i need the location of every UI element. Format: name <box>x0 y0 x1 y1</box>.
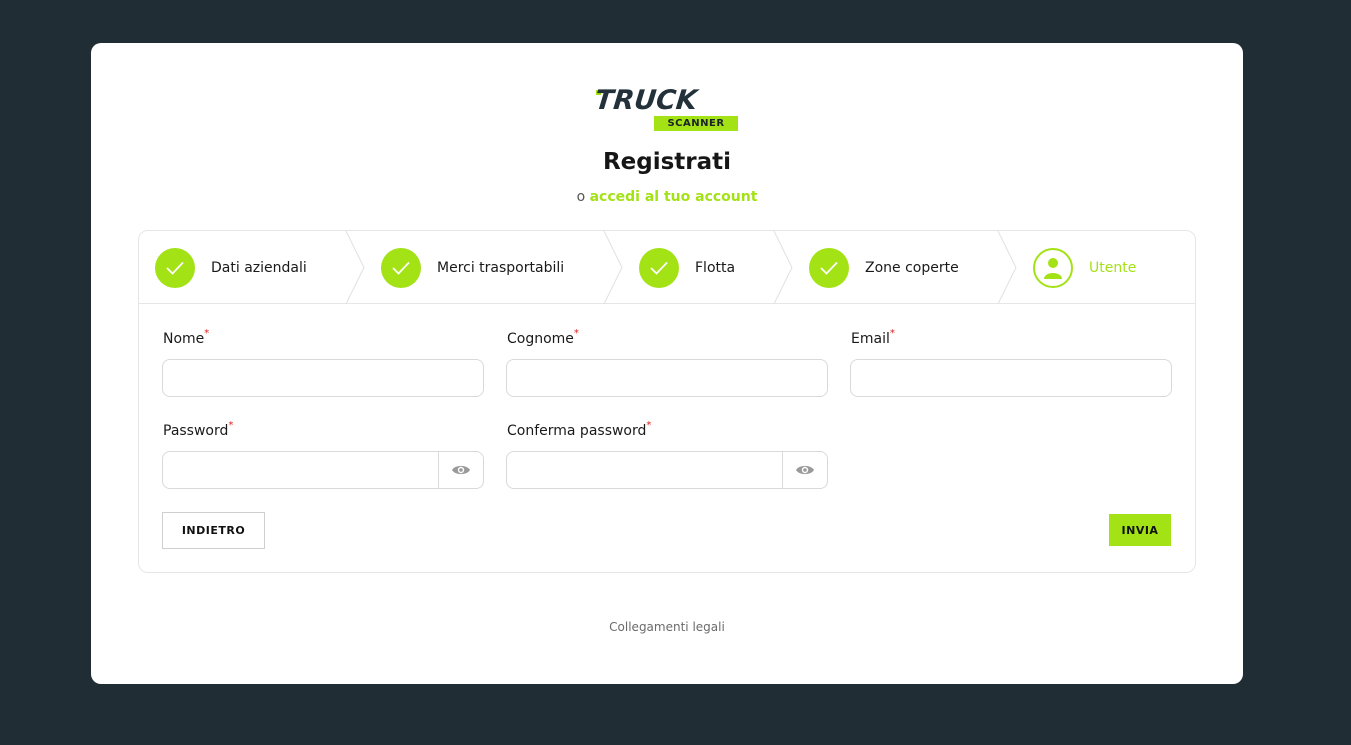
wizard-form: Dati aziendali Merci trasportabili Flott… <box>138 230 1196 573</box>
registration-card: TRUCK SCANNER Registrati o accedi al tuo… <box>91 43 1243 684</box>
step-label: Merci trasportabili <box>437 259 565 276</box>
step-separator <box>603 231 623 304</box>
wizard-steps: Dati aziendali Merci trasportabili Flott… <box>139 231 1195 304</box>
check-icon <box>155 247 195 288</box>
show-confirm-password-button[interactable] <box>782 452 827 488</box>
page-title: Registrati <box>602 149 732 175</box>
confirm-password-input[interactable] <box>507 452 782 488</box>
nome-label-text: Nome <box>163 331 205 347</box>
cognome-label-text: Cognome <box>507 331 574 347</box>
cognome-label: Cognome* <box>507 328 579 347</box>
step-label: Zone coperte <box>865 259 959 276</box>
step-utente[interactable]: Utente <box>1033 231 1136 304</box>
eye-icon <box>796 465 814 475</box>
step-label: Utente <box>1089 259 1137 276</box>
step-dati-aziendali[interactable]: Dati aziendali <box>155 231 307 304</box>
email-input[interactable] <box>850 359 1172 397</box>
check-icon <box>809 247 849 288</box>
user-icon <box>1033 247 1073 288</box>
login-link[interactable]: accedi al tuo account <box>590 189 758 205</box>
required-mark: * <box>889 328 895 339</box>
confirm-password-label-text: Conferma password <box>507 423 647 439</box>
logo-sub-text: SCANNER <box>654 116 738 131</box>
required-mark: * <box>646 420 652 431</box>
nome-input[interactable] <box>162 359 484 397</box>
submit-button[interactable]: INVIA <box>1109 514 1171 546</box>
check-icon <box>381 247 421 288</box>
required-mark: * <box>204 328 210 339</box>
legal-links[interactable]: Collegamenti legali <box>91 620 1243 634</box>
step-separator <box>997 231 1017 304</box>
login-prefix: o <box>576 189 586 205</box>
required-mark: * <box>573 328 579 339</box>
eye-icon <box>452 465 470 475</box>
step-separator <box>773 231 793 304</box>
logo-main-text: TRUCK <box>593 85 699 116</box>
email-label-text: Email <box>851 331 890 347</box>
show-password-button[interactable] <box>438 452 483 488</box>
password-input[interactable] <box>163 452 438 488</box>
nome-label: Nome* <box>163 328 210 347</box>
required-mark: * <box>228 420 234 431</box>
step-label: Dati aziendali <box>211 259 307 276</box>
password-label-text: Password <box>163 423 229 439</box>
truck-scanner-logo: TRUCK SCANNER <box>593 85 743 132</box>
confirm-password-field <box>506 451 828 489</box>
back-button[interactable]: INDIETRO <box>162 512 265 549</box>
step-zone-coperte[interactable]: Zone coperte <box>809 231 959 304</box>
cognome-input[interactable] <box>506 359 828 397</box>
password-field <box>162 451 484 489</box>
step-flotta[interactable]: Flotta <box>639 231 735 304</box>
login-prompt: o accedi al tuo account <box>91 189 1243 205</box>
step-separator <box>345 231 365 304</box>
email-label: Email* <box>851 328 895 347</box>
check-icon <box>639 247 679 288</box>
password-label: Password* <box>163 420 234 439</box>
step-label: Flotta <box>695 259 736 276</box>
step-merci-trasportabili[interactable]: Merci trasportabili <box>381 231 564 304</box>
confirm-password-label: Conferma password* <box>507 420 652 439</box>
